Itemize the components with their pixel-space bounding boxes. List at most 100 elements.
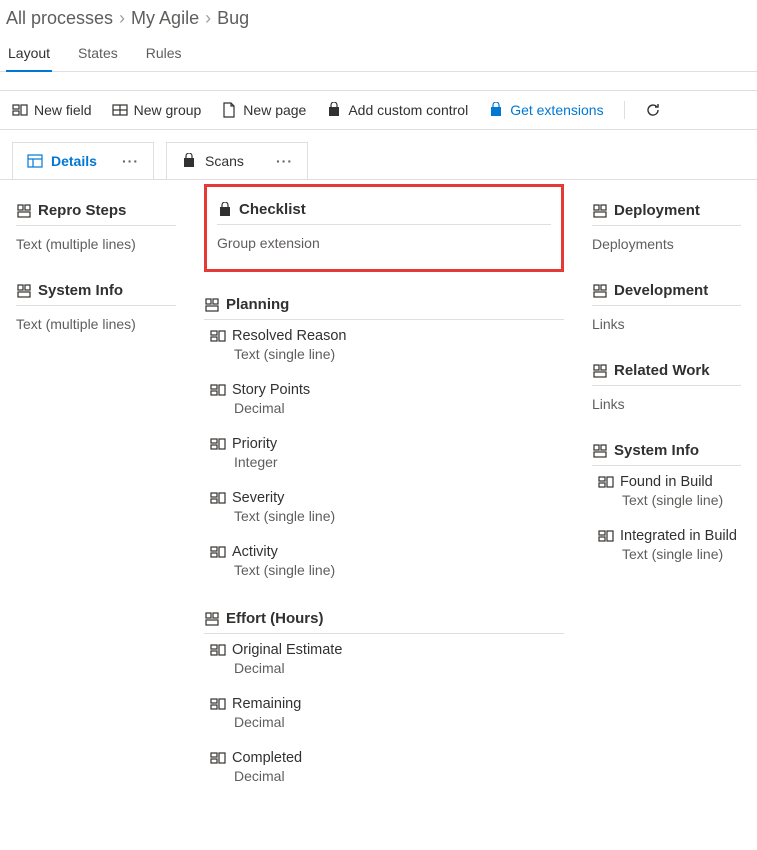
- tab-states[interactable]: States: [76, 39, 120, 71]
- new-field-button[interactable]: New field: [12, 102, 92, 118]
- group-subtitle: Links: [592, 306, 741, 350]
- group-title: Deployment: [614, 202, 700, 219]
- left-column: Repro Steps Text (multiple lines) System…: [16, 190, 176, 796]
- crumb-bug[interactable]: Bug: [217, 8, 249, 29]
- group-deployment[interactable]: Deployment Deployments: [592, 196, 741, 270]
- section-icon: [204, 611, 220, 627]
- field-name: Priority: [232, 436, 277, 452]
- field-name: Severity: [232, 490, 284, 506]
- section-icon: [204, 297, 220, 313]
- field-icon: [12, 102, 28, 118]
- field-item[interactable]: Original EstimateDecimal: [204, 634, 564, 688]
- bag-icon: [488, 102, 504, 118]
- group-system-info-right[interactable]: System Info Found in BuildText (single l…: [592, 436, 741, 574]
- bag-icon: [326, 102, 342, 118]
- group-subtitle: Text (multiple lines): [16, 306, 176, 350]
- new-group-label: New group: [134, 102, 202, 118]
- tab-rules[interactable]: Rules: [144, 39, 184, 71]
- group-title: Planning: [226, 296, 289, 313]
- group-subtitle: Deployments: [592, 226, 741, 270]
- field-item[interactable]: ActivityText (single line): [204, 536, 564, 590]
- field-icon: [210, 436, 226, 452]
- page-tab-scans-label: Scans: [205, 153, 244, 169]
- field-item[interactable]: SeverityText (single line): [204, 482, 564, 536]
- group-planning[interactable]: Planning Resolved ReasonText (single lin…: [204, 290, 564, 590]
- layout-columns: Repro Steps Text (multiple lines) System…: [0, 180, 757, 820]
- field-name: Integrated in Build: [620, 528, 737, 544]
- field-type: Text (single line): [210, 560, 564, 588]
- bag-icon: [217, 202, 233, 218]
- add-custom-control-button[interactable]: Add custom control: [326, 102, 468, 118]
- group-title: Related Work: [614, 362, 710, 379]
- field-name: Original Estimate: [232, 642, 342, 658]
- page-tab-scans[interactable]: Scans ···: [166, 142, 308, 179]
- bag-icon: [181, 153, 197, 169]
- more-icon[interactable]: ···: [122, 153, 139, 169]
- group-title: Checklist: [239, 201, 306, 218]
- field-icon: [598, 474, 614, 490]
- field-item[interactable]: PriorityInteger: [204, 428, 564, 482]
- group-checklist-highlighted: Checklist Group extension: [204, 184, 564, 272]
- field-name: Activity: [232, 544, 278, 560]
- crumb-my-agile[interactable]: My Agile: [131, 8, 199, 29]
- group-checklist[interactable]: Checklist Group extension: [217, 195, 551, 255]
- section-icon: [592, 443, 608, 459]
- group-subtitle: Group extension: [217, 225, 551, 255]
- field-type: Text (single line): [598, 490, 741, 518]
- group-subtitle: Text (multiple lines): [16, 226, 176, 270]
- field-item[interactable]: CompletedDecimal: [204, 742, 564, 796]
- group-subtitle: Links: [592, 386, 741, 430]
- group-title: Effort (Hours): [226, 610, 324, 627]
- group-system-info-left[interactable]: System Info Text (multiple lines): [16, 276, 176, 350]
- field-type: Decimal: [210, 658, 564, 686]
- field-name: Completed: [232, 750, 302, 766]
- group-title: Repro Steps: [38, 202, 126, 219]
- main-tabs: Layout States Rules: [0, 39, 757, 72]
- group-title: System Info: [614, 442, 699, 459]
- more-icon[interactable]: ···: [276, 153, 293, 169]
- refresh-button[interactable]: [645, 102, 661, 118]
- chevron-right-icon: ›: [205, 8, 211, 29]
- group-related-work[interactable]: Related Work Links: [592, 356, 741, 430]
- chevron-right-icon: ›: [119, 8, 125, 29]
- field-icon: [210, 382, 226, 398]
- toolbar: New field New group New page Add custom …: [0, 90, 757, 129]
- crumb-all-processes[interactable]: All processes: [6, 8, 113, 29]
- group-effort[interactable]: Effort (Hours) Original EstimateDecimalR…: [204, 604, 564, 796]
- get-extensions-label: Get extensions: [510, 102, 603, 118]
- field-name: Story Points: [232, 382, 310, 398]
- page-tab-details-label: Details: [51, 153, 97, 169]
- field-type: Integer: [210, 452, 564, 480]
- field-item[interactable]: Resolved ReasonText (single line): [204, 320, 564, 374]
- field-type: Decimal: [210, 398, 564, 426]
- field-type: Text (single line): [598, 544, 741, 572]
- field-icon: [210, 544, 226, 560]
- new-field-label: New field: [34, 102, 92, 118]
- page-tab-details[interactable]: Details ···: [12, 142, 154, 179]
- group-title: Development: [614, 282, 708, 299]
- group-development[interactable]: Development Links: [592, 276, 741, 350]
- new-group-button[interactable]: New group: [112, 102, 202, 118]
- field-icon: [210, 642, 226, 658]
- field-name: Remaining: [232, 696, 301, 712]
- field-icon: [598, 528, 614, 544]
- section-icon: [16, 203, 32, 219]
- group-icon: [112, 102, 128, 118]
- field-type: Decimal: [210, 712, 564, 740]
- field-item[interactable]: Found in BuildText (single line): [592, 466, 741, 520]
- field-type: Text (single line): [210, 506, 564, 534]
- field-icon: [210, 750, 226, 766]
- field-item[interactable]: RemainingDecimal: [204, 688, 564, 742]
- refresh-icon: [645, 102, 661, 118]
- section-icon: [16, 283, 32, 299]
- group-repro-steps[interactable]: Repro Steps Text (multiple lines): [16, 196, 176, 270]
- field-item[interactable]: Story PointsDecimal: [204, 374, 564, 428]
- section-icon: [592, 363, 608, 379]
- field-icon: [210, 696, 226, 712]
- new-page-label: New page: [243, 102, 306, 118]
- field-item[interactable]: Integrated in BuildText (single line): [592, 520, 741, 574]
- tab-layout[interactable]: Layout: [6, 39, 52, 71]
- new-page-button[interactable]: New page: [221, 102, 306, 118]
- get-extensions-link[interactable]: Get extensions: [488, 102, 603, 118]
- page-icon: [221, 102, 237, 118]
